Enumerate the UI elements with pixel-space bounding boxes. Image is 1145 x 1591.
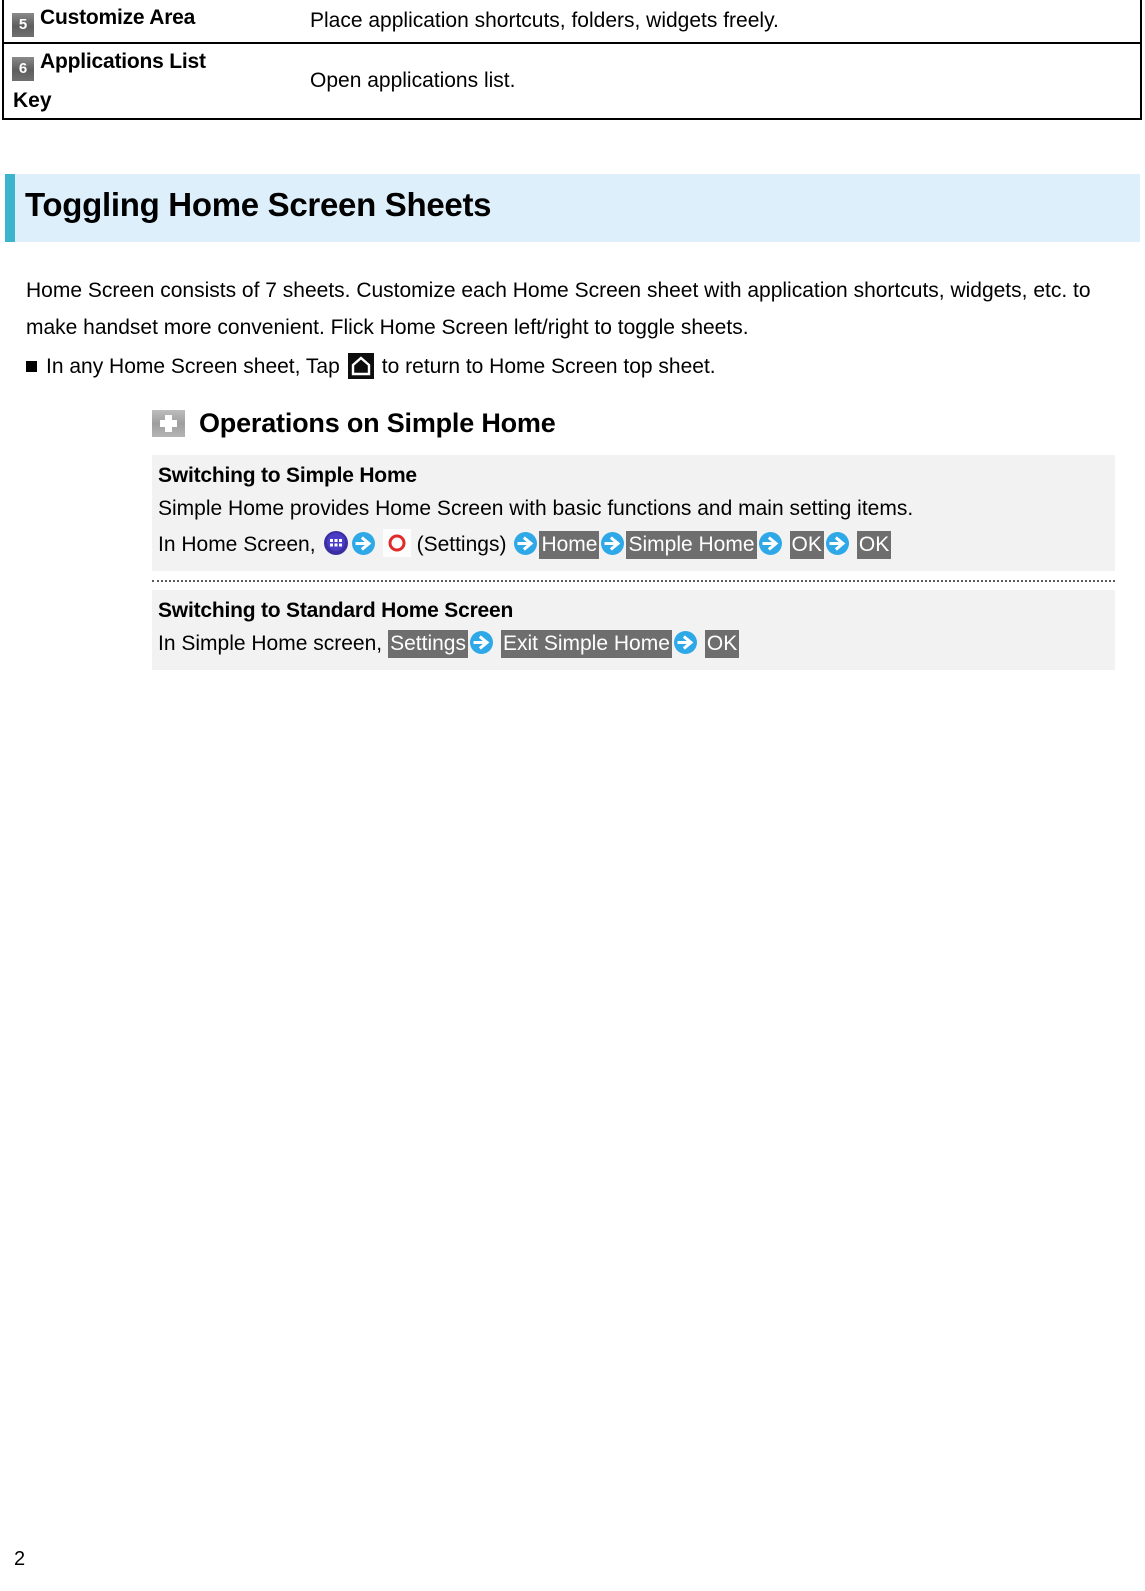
legend-description-text: Place application shortcuts, folders, wi… [310, 9, 779, 32]
operations-header: Operations on Simple Home [152, 408, 556, 439]
operations-title: Operations on Simple Home [199, 408, 556, 438]
bullet-suffix-text: to return to Home Screen top sheet. [381, 355, 716, 378]
table-row: 6 Applications List Key Open applications… [2, 42, 1142, 120]
blue-arrow-right-icon [757, 530, 784, 557]
step-chip-simple-home[interactable]: Simple Home [626, 531, 757, 559]
blue-arrow-right-icon [599, 530, 626, 557]
settings-label: (Settings) [416, 533, 507, 556]
number-badge-icon: 6 [12, 56, 34, 81]
legend-label-text: Applications List [40, 49, 206, 73]
procedure-title: Switching to Simple Home [158, 464, 417, 487]
page-number: 2 [14, 1548, 26, 1570]
step-chip-ok[interactable]: OK [704, 630, 740, 658]
blue-arrow-right-icon [512, 530, 539, 557]
apps-grid-icon [322, 529, 350, 557]
bullet-prefix-text: In any Home Screen sheet, Tap [46, 355, 340, 378]
step-chip-ok-1[interactable]: OK [789, 531, 824, 559]
steps-prefix: In Home Screen, [158, 533, 316, 556]
legend-description-text: Open applications list. [310, 69, 516, 92]
intro-paragraph: Home Screen consists of 7 sheets. Custom… [26, 279, 1091, 339]
procedure-steps: In Home Screen, (Settings) Home Simple Home… [158, 527, 1115, 563]
settings-gear-icon [382, 529, 411, 557]
procedure-title: Switching to Standard Home Screen [158, 599, 514, 622]
blue-arrow-right-icon [824, 530, 851, 557]
step-chip-exit-simple-home[interactable]: Exit Simple Home [500, 630, 672, 658]
procedure-steps: In Simple Home screen, Settings Exit Simpl… [158, 626, 1115, 662]
page-title: Toggling Home Screen Sheets [25, 186, 492, 223]
step-chip-ok-2[interactable]: OK [856, 531, 892, 559]
home-icon [347, 353, 374, 379]
legend-description-cell: Open applications list. [302, 42, 1142, 120]
blue-arrow-right-icon [350, 530, 377, 557]
intro-text-block: Home Screen consists of 7 sheets. Custom… [26, 272, 1116, 385]
blue-arrow-right-icon [468, 629, 495, 656]
legend-description-cell: Place application shortcuts, folders, wi… [302, 0, 1142, 44]
blue-arrow-right-icon [672, 629, 699, 656]
intro-bullet-line: In any Home Screen sheet, Tap to return t… [26, 348, 1116, 385]
legend-label-cell: 6 Applications List Key [2, 42, 302, 120]
table-row: 5 Customize Area Place application shortc… [2, 0, 1142, 44]
legend-label-cell: 5 Customize Area [2, 0, 302, 44]
legend-table: 5 Customize Area Place application shortc… [2, 0, 1142, 120]
procedure-divider [152, 580, 1115, 582]
section-heading-banner: Toggling Home Screen Sheets [5, 174, 1140, 242]
steps-prefix: In Simple Home screen, [158, 632, 383, 655]
step-chip-home[interactable]: Home [539, 531, 600, 559]
plus-icon [152, 410, 185, 437]
step-chip-settings[interactable]: Settings [388, 630, 468, 658]
procedure-box: Switching to Simple Home Simple Home pro… [152, 455, 1115, 571]
heading-accent-bar [5, 174, 15, 242]
number-badge-icon: 5 [12, 12, 34, 37]
square-bullet-icon [26, 361, 37, 372]
legend-label-text-line2: Key [13, 88, 52, 112]
procedure-box: Switching to Standard Home Screen In Sim… [152, 590, 1115, 670]
procedure-description: Simple Home provides Home Screen with ba… [158, 497, 914, 520]
legend-label-text: Customize Area [40, 5, 196, 29]
